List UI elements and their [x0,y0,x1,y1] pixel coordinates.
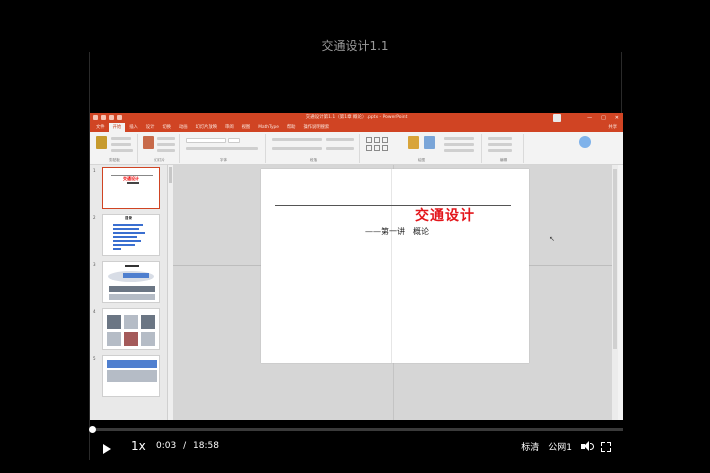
ribbon-tabs: 文件 开始 插入 设计 切换 动画 幻灯片放映 审阅 视图 MathType 帮助 操作说明搜索 共享 [90,123,623,132]
tab-7[interactable]: 审阅 [221,123,238,132]
slide-thumbnail[interactable] [102,355,160,397]
duration: 18:58 [193,441,219,451]
tab-8[interactable]: 视图 [238,123,255,132]
mouse-cursor-icon: ↖ [549,235,555,243]
editor-scrollbar[interactable] [612,165,618,423]
font-group[interactable]: 字体 [182,134,266,163]
fullscreen-icon[interactable] [601,441,611,452]
volume-icon[interactable] [581,441,594,452]
slide-editor[interactable]: 交通设计 ——第一讲 概论 ↖ [173,165,618,423]
ribbon: 剪贴板 幻灯片 字体 段落 绘图 编辑 [90,132,623,165]
thumbnail-item[interactable]: 5 [90,355,167,401]
line-select-button[interactable]: 公网1 [548,440,572,453]
thumbnail-item[interactable]: 3 [90,261,167,307]
maximize-icon[interactable]: □ [601,113,606,123]
ribbon-group-label: 编辑 [499,158,508,162]
shape-icon[interactable] [374,145,380,151]
shape-icon[interactable] [366,145,372,151]
slide-thumbnail[interactable]: 交通设计 [102,167,160,209]
tab-0[interactable]: 文件 [92,123,109,132]
thumbnail-number: 1 [93,168,96,173]
thumbnail-number: 3 [93,262,96,267]
person-icon[interactable] [579,136,591,148]
thumbnail-item[interactable]: 2 目录 [90,214,167,260]
thumbnail-item[interactable]: 4 [90,308,167,354]
shape-icon[interactable] [366,137,372,143]
minimize-icon[interactable]: — [587,113,592,123]
slide-thumbnail[interactable] [102,261,160,303]
progress-handle[interactable] [88,426,96,433]
tab-2[interactable]: 插入 [125,123,142,132]
ppt-title-bar: 交通设计第1.1（第1章 概论）.pptx - PowerPoint — □ ✕ [90,113,623,123]
thumbnail-number: 5 [93,356,96,361]
tab-3[interactable]: 设计 [142,123,159,132]
shape-icon[interactable] [382,137,388,143]
ribbon-group-label: 幻灯片 [154,158,165,162]
close-icon[interactable]: ✕ [615,113,619,123]
arrange-icon[interactable] [408,136,419,149]
tab-5[interactable]: 动画 [175,123,192,132]
slide-thumbnail[interactable]: 目录 [102,214,160,256]
playback-speed-button[interactable]: 1x [131,439,146,453]
slides-group[interactable]: 幻灯片 [140,134,180,163]
progress-bar[interactable] [88,426,623,433]
tab-4[interactable]: 切换 [158,123,175,132]
drawing-group[interactable]: 绘图 [362,134,482,163]
ribbon-group-label: 段落 [309,158,318,162]
thumbnail-title: 目录 [125,216,132,220]
player-controls: 1x 0:03 / 18:58 标清 公网1 [88,420,623,460]
slide-title[interactable]: 交通设计 [261,205,529,225]
new-slide-icon[interactable] [143,136,154,149]
shape-icon[interactable] [382,145,388,151]
account-avatar[interactable] [553,114,561,122]
thumbnail-number: 4 [93,309,96,314]
thumbnail-item[interactable]: 1 交通设计 [90,167,167,213]
thumbnail-number: 2 [93,215,96,220]
paste-icon[interactable] [96,136,107,149]
tab-1[interactable]: 开始 [108,123,126,132]
editing-group[interactable]: 编辑 [484,134,524,163]
time-display: 0:03 / 18:58 [156,441,219,451]
ribbon-group-label: 绘图 [417,158,426,162]
definition-button[interactable]: 标清 [521,440,539,453]
ribbon-group-label: 剪贴板 [109,158,120,162]
paragraph-group[interactable]: 段落 [268,134,360,163]
video-player[interactable]: 交通设计第1.1（第1章 概论）.pptx - PowerPoint — □ ✕… [88,52,623,460]
slide-thumbnail[interactable] [102,308,160,350]
font-size-select[interactable] [228,138,240,143]
tab-9[interactable]: MathType [254,123,283,132]
video-frame[interactable]: 交通设计第1.1（第1章 概论）.pptx - PowerPoint — □ ✕… [90,113,623,453]
tab-6[interactable]: 幻灯片放映 [192,123,221,132]
play-icon[interactable] [103,444,111,454]
clipboard-group[interactable]: 剪贴板 [92,134,138,163]
tab-11[interactable]: 操作说明搜索 [299,123,333,132]
slide-subtitle[interactable]: ——第一讲 概论 [365,226,429,237]
shape-icon[interactable] [374,137,380,143]
time-separator: / [183,441,187,451]
current-time: 0:03 [156,441,177,451]
share-button[interactable]: 共享 [608,123,623,132]
quick-styles-icon[interactable] [424,136,435,149]
current-slide[interactable]: 交通设计 ——第一讲 概论 [261,169,529,363]
document-title: 交通设计第1.1（第1章 概论）.pptx - PowerPoint [305,115,408,120]
slide-thumbnails-pane[interactable]: 1 交通设计 2 目录 3 4 5 [90,165,168,438]
font-name-select[interactable] [186,138,226,143]
ribbon-group-label: 字体 [219,158,228,162]
tab-10[interactable]: 帮助 [283,123,300,132]
